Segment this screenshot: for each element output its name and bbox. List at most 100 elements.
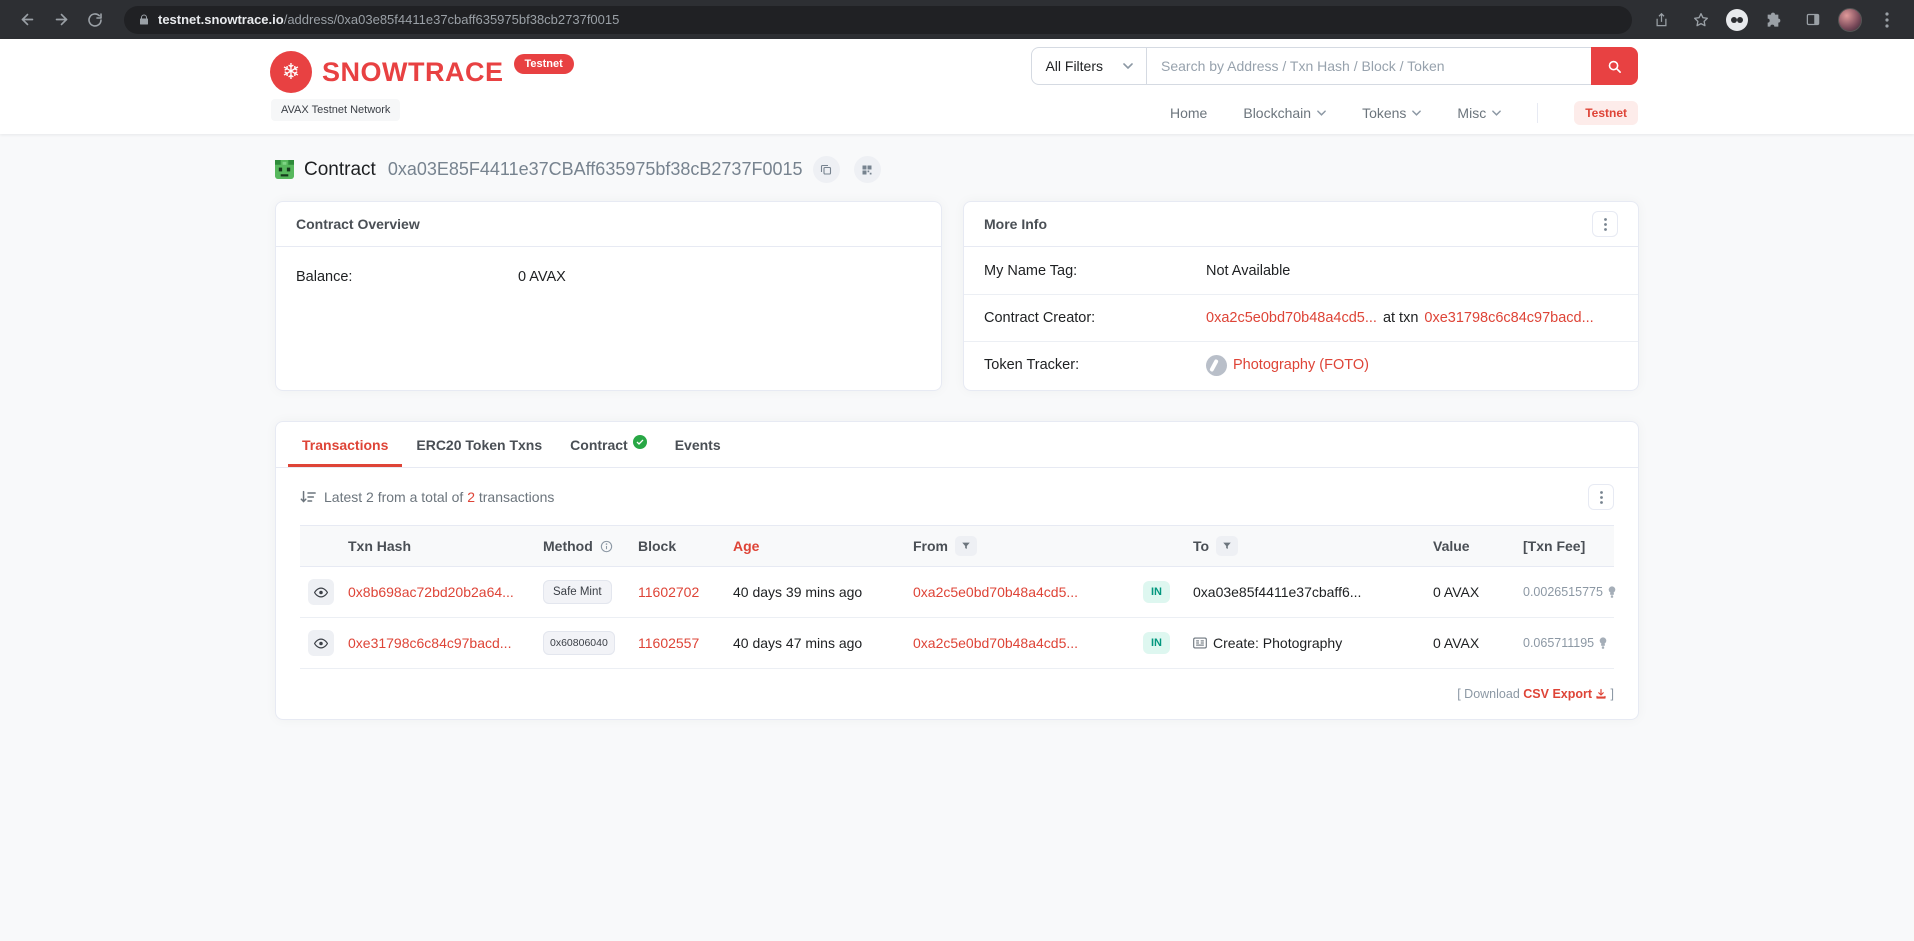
page-title-row: Contract 0xa03E85F4411e37CBAff635975bf38…	[275, 156, 1639, 183]
block-link[interactable]: 11602557	[638, 635, 699, 651]
from-filter-button[interactable]	[955, 536, 977, 556]
eye-icon	[314, 587, 328, 598]
verified-check-icon	[632, 435, 647, 449]
extensions-puzzle-icon[interactable]	[1758, 5, 1788, 35]
direction-badge: IN	[1143, 581, 1170, 603]
token-logo-icon	[1206, 354, 1227, 376]
forward-icon[interactable]	[46, 5, 76, 35]
nav-item-tokens[interactable]: Tokens	[1362, 105, 1422, 121]
download-icon	[1595, 688, 1607, 700]
tab-erc20-token-txns[interactable]: ERC20 Token Txns	[402, 422, 556, 467]
age-value: 40 days 47 mins ago	[725, 617, 905, 669]
funnel-icon	[1222, 541, 1232, 551]
token-tracker-label: Token Tracker:	[984, 357, 1080, 373]
search-filter-label: All Filters	[1045, 58, 1103, 74]
nav-item-misc[interactable]: Misc	[1457, 105, 1502, 121]
copy-address-button[interactable]	[812, 156, 840, 183]
gas-icon	[1598, 636, 1608, 650]
url-path: /address/0xa03e85f4411e37cbaff635975bf38…	[283, 12, 620, 27]
main-nav: Home Blockchain Tokens Misc Testnet	[1170, 101, 1638, 125]
nav-item-home[interactable]: Home	[1170, 105, 1207, 121]
balance-label: Balance:	[296, 268, 353, 285]
page-body: Contract 0xa03E85F4411e37CBAff635975bf38…	[0, 134, 1914, 941]
creator-address-link[interactable]: 0xa2c5e0bd70b48a4cd5...	[1206, 310, 1377, 326]
col-method-label: Method	[543, 538, 593, 554]
creator-txn-link[interactable]: 0xe31798c6c84c97bacd...	[1424, 310, 1593, 326]
contract-creator-label: Contract Creator:	[984, 310, 1096, 326]
tab-transactions-label: Transactions	[302, 437, 389, 453]
tx-preview-button[interactable]	[308, 579, 334, 605]
share-icon[interactable]	[1646, 5, 1676, 35]
info-icon[interactable]	[600, 540, 613, 553]
txn-fee-value: 0.065711195	[1523, 636, 1595, 650]
method-badge: 0x60806040	[543, 631, 615, 655]
reload-icon[interactable]	[80, 5, 110, 35]
kebab-icon	[1599, 490, 1603, 504]
from-address-link[interactable]: 0xa2c5e0bd70b48a4cd5...	[913, 584, 1078, 600]
more-info-menu-button[interactable]	[1592, 211, 1618, 237]
more-info-card: More Info My Name Tag: Not Available Con…	[963, 201, 1639, 391]
overview-card-title: Contract Overview	[296, 216, 420, 232]
col-age[interactable]: Age	[725, 525, 905, 567]
nav-blockchain-label: Blockchain	[1243, 105, 1312, 121]
sort-icon[interactable]	[300, 490, 316, 504]
transactions-table: Txn Hash Method Block Age From To Value …	[300, 525, 1617, 669]
brand-name: SNOWTRACE	[322, 57, 504, 87]
chevron-down-icon	[1412, 110, 1422, 116]
contract-address: 0xa03E85F4411e37CBAff635975bf38cB2737F00…	[387, 159, 803, 179]
address-bar[interactable]: testnet.snowtrace.io/address/0xa03e85f44…	[124, 5, 1632, 34]
browser-profile-avatar[interactable]	[1838, 7, 1862, 32]
col-from: From	[905, 525, 1135, 567]
tab-contract[interactable]: Contract	[556, 422, 661, 467]
col-txn-hash: Txn Hash	[340, 525, 535, 567]
tx-summary-prefix: Latest 2 from a total of	[324, 489, 468, 505]
col-to-label: To	[1193, 538, 1210, 554]
token-tracker-link[interactable]: Photography (FOTO)	[1233, 357, 1369, 373]
search-button[interactable]	[1591, 47, 1638, 85]
nav-item-blockchain[interactable]: Blockchain	[1243, 105, 1326, 121]
col-method: Method	[535, 525, 630, 567]
url-text: testnet.snowtrace.io/address/0xa03e85f44…	[158, 12, 619, 27]
search-input[interactable]	[1147, 47, 1591, 85]
gas-icon	[1607, 585, 1617, 599]
qr-code-icon	[861, 164, 873, 176]
col-block: Block	[630, 525, 725, 567]
site-header: ❄ SNOWTRACE Testnet AVAX Testnet Network…	[0, 39, 1914, 134]
back-icon[interactable]	[12, 5, 42, 35]
tx-preview-button[interactable]	[308, 630, 334, 656]
browser-menu-icon[interactable]	[1872, 5, 1902, 35]
search-icon	[1607, 59, 1622, 74]
table-header-row: Txn Hash Method Block Age From To Value …	[300, 525, 1614, 567]
extension-avatar-icon[interactable]	[1726, 8, 1748, 31]
qr-code-button[interactable]	[853, 156, 881, 183]
txn-hash-link[interactable]: 0xe31798c6c84c97bacd...	[348, 635, 511, 651]
contract-overview-card: Contract Overview Balance: 0 AVAX	[275, 201, 942, 391]
csv-export-link[interactable]: CSV Export	[1523, 687, 1592, 701]
name-tag-value: Not Available	[1206, 262, 1291, 279]
age-value: 40 days 39 mins ago	[725, 566, 905, 618]
snowtrace-logo[interactable]: ❄ SNOWTRACE Testnet	[270, 51, 574, 93]
contract-avatar-icon	[275, 160, 294, 179]
block-link[interactable]: 11602702	[638, 584, 699, 600]
tab-transactions[interactable]: Transactions	[288, 422, 403, 467]
csv-export-row: [ Download CSV Export ]	[300, 687, 1614, 701]
nav-testnet-switch[interactable]: Testnet	[1574, 101, 1638, 125]
search-filter-select[interactable]: All Filters	[1031, 47, 1147, 85]
chevron-down-icon	[1492, 110, 1502, 116]
to-filter-button[interactable]	[1216, 536, 1239, 556]
method-badge: Safe Mint	[543, 580, 612, 604]
txn-hash-link[interactable]: 0x8b698ac72bd20b2a64...	[348, 584, 514, 600]
url-host: testnet.snowtrace.io	[158, 12, 284, 27]
tab-events[interactable]: Events	[661, 422, 735, 467]
col-value: Value	[1425, 525, 1515, 567]
balance-value: 0 AVAX	[518, 268, 566, 285]
side-panel-icon[interactable]	[1798, 5, 1828, 35]
nav-misc-label: Misc	[1457, 105, 1487, 121]
chevron-down-icon	[1317, 110, 1326, 116]
value-cell: 0 AVAX	[1425, 566, 1515, 618]
page-title: Contract	[304, 158, 376, 180]
txn-fee-value: 0.0026515775	[1523, 585, 1603, 599]
tx-options-menu-button[interactable]	[1588, 484, 1614, 510]
bookmark-star-icon[interactable]	[1686, 5, 1716, 35]
from-address-link[interactable]: 0xa2c5e0bd70b48a4cd5...	[913, 635, 1078, 651]
